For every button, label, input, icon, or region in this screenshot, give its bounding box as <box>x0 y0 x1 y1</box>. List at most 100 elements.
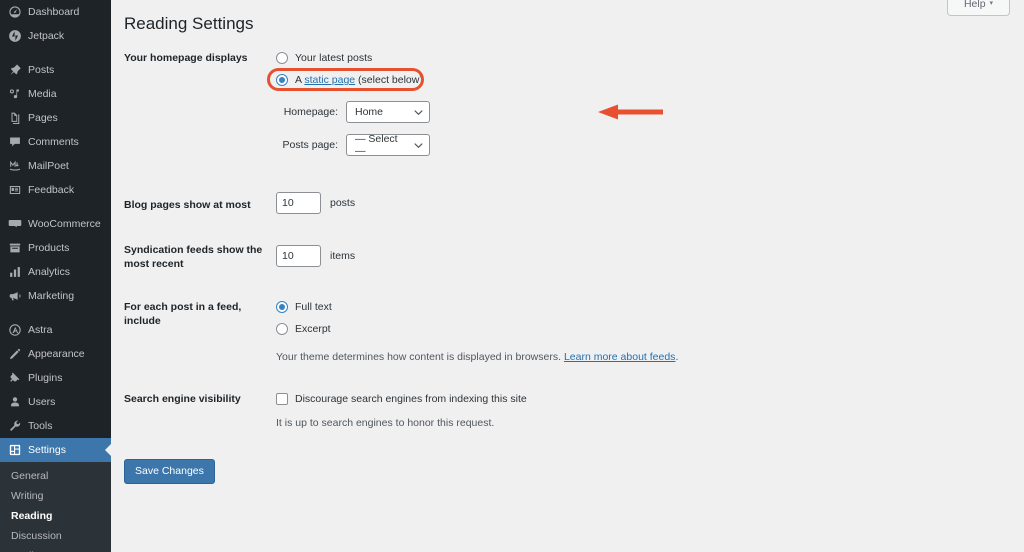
radio-static-page[interactable] <box>276 74 288 86</box>
sidebar-item-label: Astra <box>28 324 53 336</box>
homepage-select-value: Home <box>355 106 384 118</box>
field-search-visibility: Discourage search engines from indexing … <box>276 390 1024 431</box>
label-feed-include: For each post in a feed, include <box>124 301 242 327</box>
sidebar-item-dashboard[interactable]: Dashboard <box>0 0 111 24</box>
feed-desc-after: . <box>675 351 679 363</box>
option-static-page[interactable]: A static page (select below) <box>267 68 1024 91</box>
option-discourage-search[interactable]: Discourage search engines from indexing … <box>276 390 1024 408</box>
astra-icon <box>7 323 22 338</box>
help-button[interactable]: Help ▾ <box>947 0 1010 16</box>
label-posts-page-select: Posts page: <box>282 139 338 151</box>
sidebar-item-marketing[interactable]: Marketing <box>0 284 111 308</box>
save-row: Save Changes <box>111 459 1024 484</box>
chevron-down-icon: ▾ <box>989 0 994 7</box>
menu-separator <box>0 308 111 318</box>
submenu-item-writing[interactable]: Writing <box>0 486 111 506</box>
sidebar-item-plugins[interactable]: Plugins <box>0 366 111 390</box>
sidebar-item-label: Plugins <box>28 372 63 384</box>
sidebar-item-mailpoet[interactable]: MailPoet <box>0 154 111 178</box>
media-icon <box>7 87 22 102</box>
blog-pages-unit: posts <box>330 197 356 209</box>
field-syndication-feeds: items <box>276 245 1024 267</box>
radio-excerpt[interactable] <box>276 323 288 335</box>
static-page-link[interactable]: static page <box>304 74 355 86</box>
sidebar-item-label: Comments <box>28 136 79 148</box>
plugins-icon <box>7 371 22 386</box>
sidebar-item-label: Posts <box>28 64 55 76</box>
search-visibility-note: It is up to search engines to honor this… <box>276 417 495 429</box>
pages-icon <box>7 111 22 126</box>
checkbox-discourage-search[interactable] <box>276 393 288 405</box>
field-homepage-displays: Your latest posts A static page (select … <box>267 49 1024 157</box>
radio-latest-posts[interactable] <box>276 52 288 64</box>
learn-more-feeds-link[interactable]: Learn more about feeds <box>564 351 676 363</box>
analytics-icon <box>7 265 22 280</box>
syndication-feeds-input[interactable] <box>276 245 321 267</box>
pin-icon <box>7 63 22 78</box>
submenu-item-media[interactable]: Media <box>0 546 111 552</box>
sidebar-item-products[interactable]: Products <box>0 236 111 260</box>
row-feed-include: For each post in a feed, include Full te… <box>124 298 1024 365</box>
label-discourage-search[interactable]: Discourage search engines from indexing … <box>295 393 527 405</box>
posts-page-select[interactable]: — Select — <box>346 133 430 157</box>
sidebar-item-label: Pages <box>28 112 58 124</box>
label-blog-pages: Blog pages show at most <box>124 199 251 211</box>
sidebar-item-posts[interactable]: Posts <box>0 58 111 82</box>
sidebar-item-label: Products <box>28 242 70 254</box>
row-homepage-displays: Your homepage displays Your latest posts… <box>124 49 1024 157</box>
sidebar-item-media[interactable]: Media <box>0 82 111 106</box>
label-static-page[interactable]: A static page (select below) <box>295 74 423 86</box>
submenu-item-discussion[interactable]: Discussion <box>0 526 111 546</box>
appearance-icon <box>7 347 22 362</box>
sidebar-item-label: Marketing <box>28 290 75 302</box>
sidebar-item-users[interactable]: Users <box>0 390 111 414</box>
row-syndication-feeds: Syndication feeds show the most recent i… <box>124 241 1024 271</box>
sidebar-item-astra[interactable]: Astra <box>0 318 111 342</box>
blog-pages-input[interactable] <box>276 192 321 214</box>
products-icon <box>7 241 22 256</box>
row-search-visibility: Search engine visibility Discourage sear… <box>124 390 1024 431</box>
admin-sidebar: Dashboard Jetpack Posts Media Pages Comments M… <box>0 0 111 552</box>
sidebar-item-woocommerce[interactable]: WooCommerce <box>0 212 111 236</box>
field-feed-include: Full text Excerpt Your theme determines … <box>276 298 1024 365</box>
feedback-icon <box>7 183 22 198</box>
sidebar-item-pages[interactable]: Pages <box>0 106 111 130</box>
feed-desc-before: Your theme determines how content is dis… <box>276 351 564 363</box>
sidebar-item-label: Analytics <box>28 266 71 278</box>
label-homepage-displays: Your homepage displays <box>124 52 248 64</box>
sidebar-item-label: Settings <box>28 444 66 456</box>
sidebar-item-feedback[interactable]: Feedback <box>0 178 111 202</box>
option-full-text[interactable]: Full text <box>276 298 1024 316</box>
submenu-item-general[interactable]: General <box>0 466 111 486</box>
admin-menu: Dashboard Jetpack Posts Media Pages Comments M… <box>0 0 111 462</box>
submenu-item-reading[interactable]: Reading <box>0 506 111 526</box>
sidebar-item-label: WooCommerce <box>28 218 101 230</box>
sidebar-item-tools[interactable]: Tools <box>0 414 111 438</box>
label-homepage-select: Homepage: <box>283 106 338 118</box>
main-content: Help ▾ Reading Settings Your homepage di… <box>111 0 1024 552</box>
save-changes-button[interactable]: Save Changes <box>124 459 215 484</box>
menu-separator <box>0 48 111 58</box>
help-label: Help <box>963 0 986 10</box>
option-excerpt[interactable]: Excerpt <box>276 320 1024 338</box>
label-latest-posts[interactable]: Your latest posts <box>295 52 372 64</box>
sidebar-item-label: MailPoet <box>28 160 69 172</box>
row-posts-page-select: Posts page: — Select — <box>276 133 1024 157</box>
sidebar-item-analytics[interactable]: Analytics <box>0 260 111 284</box>
homepage-select[interactable]: Home <box>346 101 430 123</box>
label-full-text[interactable]: Full text <box>295 301 332 313</box>
sidebar-item-appearance[interactable]: Appearance <box>0 342 111 366</box>
sidebar-item-settings[interactable]: Settings <box>0 438 111 462</box>
sidebar-item-comments[interactable]: Comments <box>0 130 111 154</box>
syndication-feeds-unit: items <box>330 250 356 262</box>
settings-icon <box>7 443 22 458</box>
label-excerpt[interactable]: Excerpt <box>295 323 331 335</box>
sidebar-item-label: Appearance <box>28 348 85 360</box>
radio-full-text[interactable] <box>276 301 288 313</box>
sidebar-item-jetpack[interactable]: Jetpack <box>0 24 111 48</box>
tools-icon <box>7 419 22 434</box>
dashboard-icon <box>7 5 22 20</box>
static-page-highlight-group: A static page (select below) <box>267 68 424 91</box>
static-page-text-before: A <box>295 74 305 86</box>
option-latest-posts[interactable]: Your latest posts <box>276 49 1024 67</box>
